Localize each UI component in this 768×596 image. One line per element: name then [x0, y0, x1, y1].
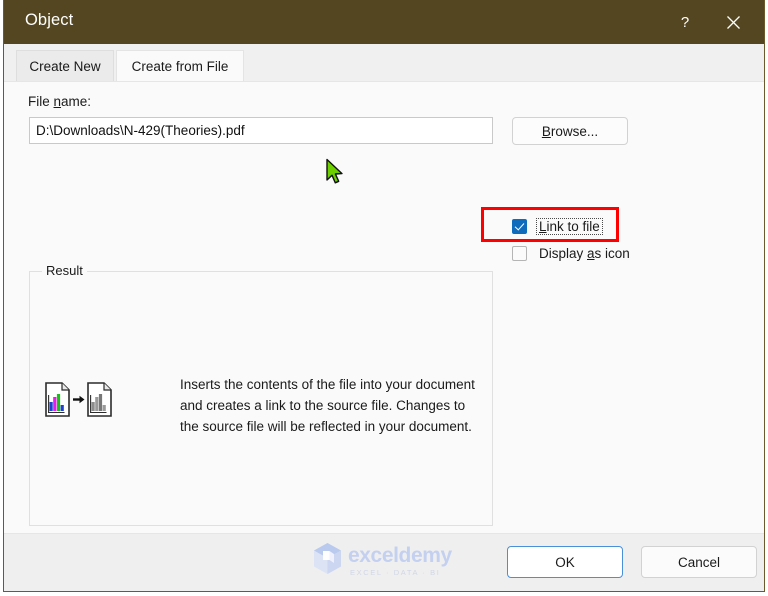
help-button[interactable]: ?	[662, 0, 708, 44]
link-to-file-checkbox-row[interactable]: Link to file	[512, 218, 603, 235]
tab-create-new-label: Create New	[29, 59, 101, 74]
ok-button-label: OK	[555, 554, 575, 570]
display-as-icon-label-pre: Display	[539, 246, 588, 261]
display-as-icon-label-rest: s icon	[594, 246, 630, 261]
dialog-footer: OK Cancel	[4, 533, 764, 591]
close-x-icon	[726, 15, 741, 30]
tab-create-new[interactable]: Create New	[16, 50, 114, 82]
browse-accel: B	[541, 123, 551, 139]
link-to-file-checkbox[interactable]	[512, 219, 527, 234]
link-to-file-label-rest: ink to file	[546, 219, 600, 234]
display-as-icon-accel: a	[587, 246, 595, 261]
tab-create-from-file[interactable]: Create from File	[116, 50, 244, 82]
close-button[interactable]	[710, 0, 756, 44]
filename-label-accel: n	[53, 94, 62, 109]
dialog-content: File name: Browse... Link to file Displa…	[4, 81, 764, 536]
dialog-title: Object	[25, 11, 74, 29]
filename-input[interactable]	[29, 117, 493, 144]
display-as-icon-checkbox-row[interactable]: Display as icon	[512, 245, 633, 262]
tab-strip: Create New Create from File	[4, 44, 764, 82]
cancel-button[interactable]: Cancel	[641, 546, 757, 578]
filename-label-pre: File	[28, 94, 54, 109]
tab-create-from-file-label: Create from File	[131, 59, 229, 74]
filename-label-post: ame:	[61, 94, 92, 109]
link-to-file-accel: L	[539, 219, 547, 234]
browse-label-rest: rowse...	[550, 123, 599, 139]
ok-button[interactable]: OK	[507, 546, 623, 578]
cancel-button-label: Cancel	[677, 554, 721, 570]
question-mark-icon: ?	[680, 13, 690, 31]
filename-label: File name:	[28, 94, 91, 109]
browse-button[interactable]: Browse...	[512, 117, 628, 145]
result-description: Inserts the contents of the file into yo…	[180, 377, 475, 434]
display-as-icon-label: Display as icon	[536, 245, 633, 262]
dialog-titlebar: Object ?	[4, 0, 764, 44]
link-to-file-label: Link to file	[536, 218, 603, 235]
linked-document-chart-icon	[44, 380, 112, 420]
result-legend: Result	[42, 263, 87, 278]
object-dialog: Object ? Create New Create from File Fil…	[3, 0, 765, 592]
display-as-icon-checkbox[interactable]	[512, 246, 527, 261]
